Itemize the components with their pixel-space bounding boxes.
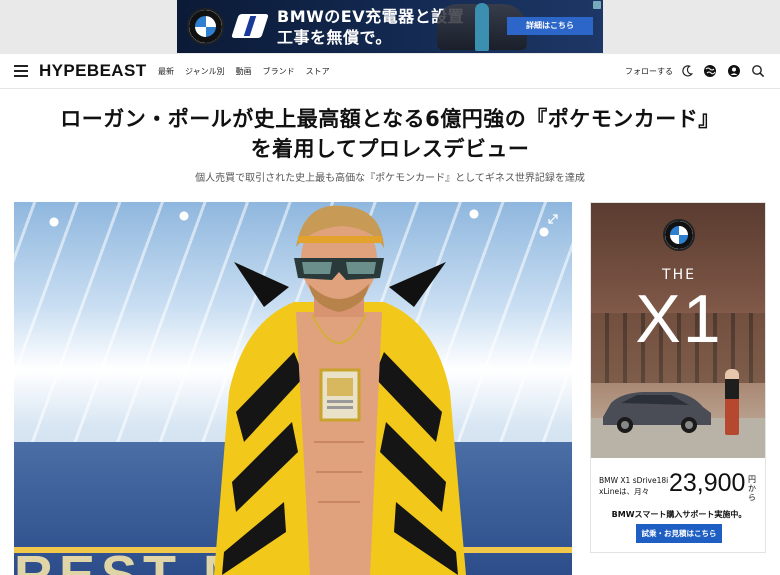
expand-icon[interactable] <box>548 214 558 224</box>
menu-icon[interactable] <box>14 65 28 77</box>
side-ad-support-text: BMWスマート購入サポート実施中。 <box>611 510 747 519</box>
bmw-i-logo-icon <box>231 14 269 38</box>
follow-link[interactable]: フォローする <box>625 66 673 77</box>
article-hero-image[interactable]: REST MA <box>14 202 572 575</box>
side-ad-cta-button[interactable]: 試乗・お見積はこちら <box>636 524 722 543</box>
nav-link-videos[interactable]: 動画 <box>236 66 252 77</box>
top-ad-banner[interactable]: BMWのEV充電器と設置工事を無償で。 詳細はこちら <box>177 0 603 53</box>
site-logo[interactable]: HYPEBEAST <box>39 61 147 81</box>
nav-link-genres[interactable]: ジャンル別 <box>185 66 225 77</box>
user-icon[interactable] <box>727 64 741 78</box>
wrestler-figure <box>214 205 466 575</box>
bmw-logo-icon <box>187 8 224 45</box>
top-ad-cta-button[interactable]: 詳細はこちら <box>507 17 593 35</box>
top-ad-person-image <box>475 3 489 51</box>
side-ad-car-image <box>603 392 711 433</box>
side-ad-model-line: BMW X1 sDrive18i xLineは、月々 <box>599 476 669 496</box>
side-ad-model-name: X1 <box>635 281 723 357</box>
side-ad-price: 23,900 <box>669 469 746 497</box>
adchoices-icon[interactable] <box>593 1 601 9</box>
side-ad-person-image <box>725 369 739 435</box>
bmw-logo-icon <box>663 219 695 251</box>
globe-icon[interactable] <box>703 64 717 78</box>
primary-nav: 最新 ジャンル別 動画 ブランド ストア <box>158 66 330 77</box>
search-icon[interactable] <box>751 64 765 78</box>
article-subtitle: 個人売買で取引された史上最も高価な『ポケモンカード』としてギネス世界記録を達成 <box>195 173 585 184</box>
site-navbar: HYPEBEAST 最新 ジャンル別 動画 ブランド ストア フォローする <box>0 54 780 89</box>
nav-link-latest[interactable]: 最新 <box>158 66 174 77</box>
moon-icon[interactable] <box>680 64 694 78</box>
nav-link-brands[interactable]: ブランド <box>263 66 295 77</box>
article-title: ローガン・ポールが史上最高額となる6億円強の『ポケモンカード』を着用してプロレス… <box>60 107 720 161</box>
top-ad-banner-area: BMWのEV充電器と設置工事を無償で。 詳細はこちら <box>0 0 780 54</box>
nav-link-store[interactable]: ストア <box>306 66 330 77</box>
side-ad-banner[interactable]: THE X1 BMW X1 sDrive18i xLineは、月々 23,900… <box>590 202 766 553</box>
side-ad-price-suffix: 円から <box>748 475 756 502</box>
